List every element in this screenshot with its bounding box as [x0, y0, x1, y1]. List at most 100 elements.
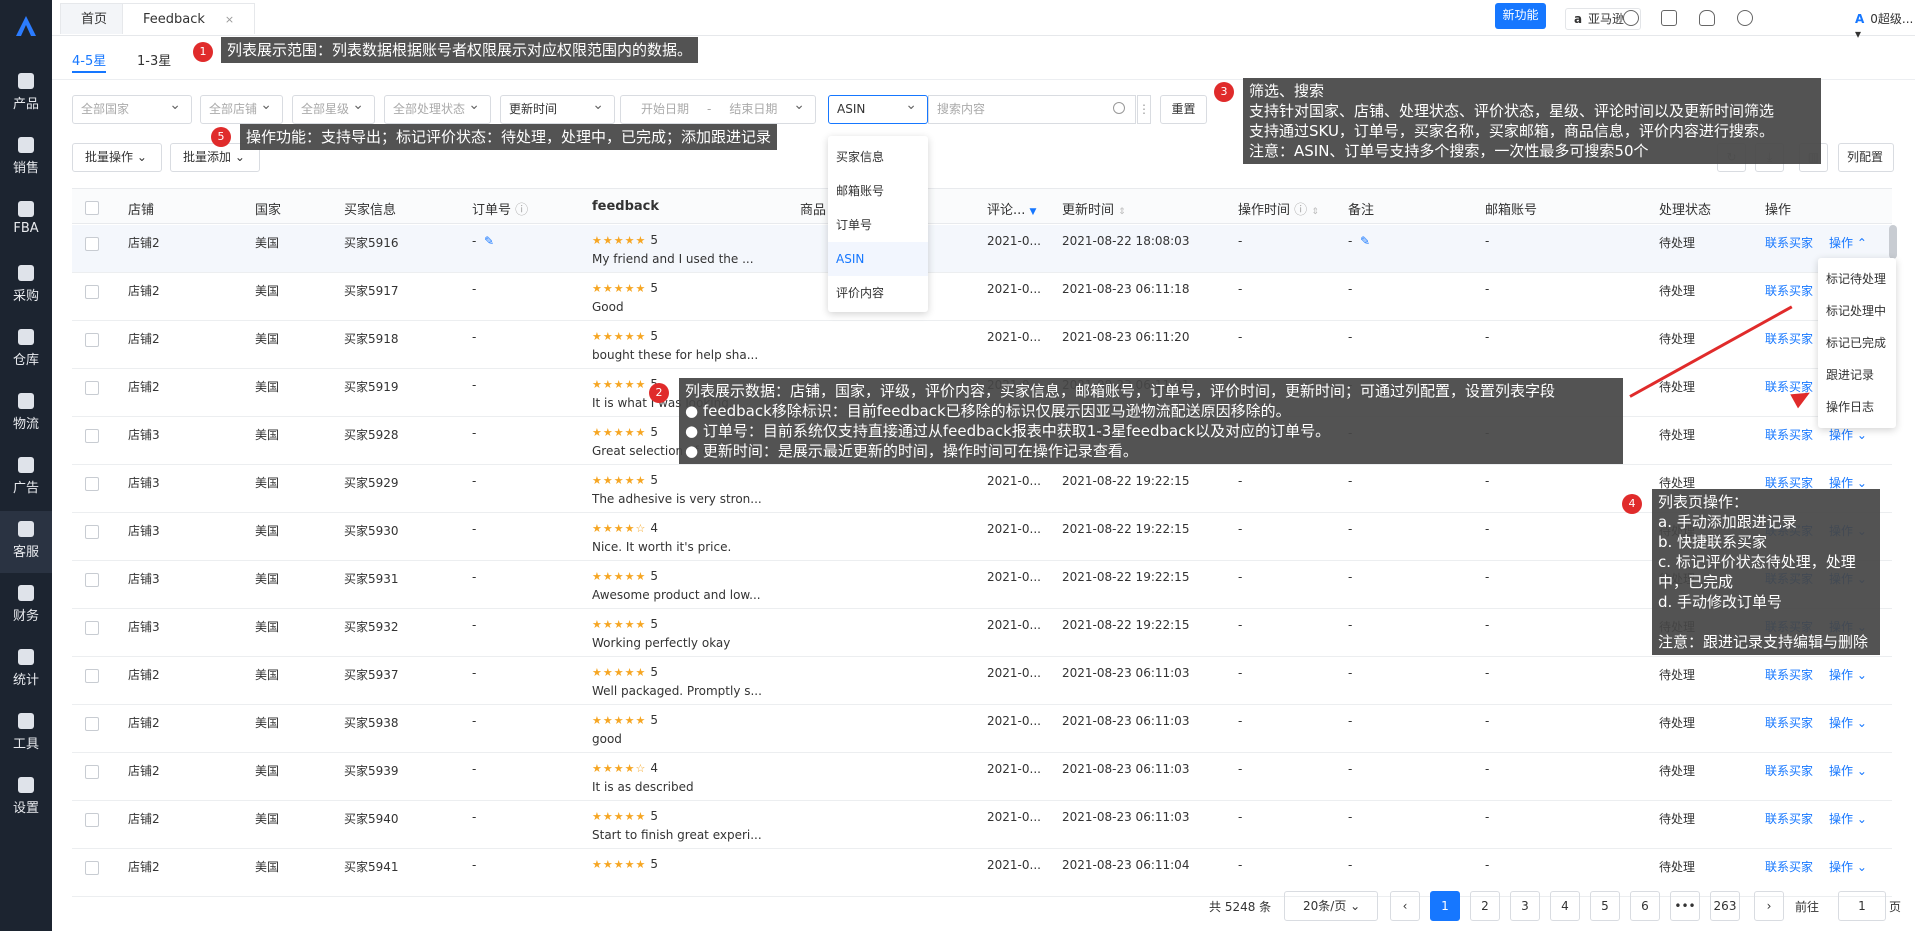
user-menu[interactable]: A 0超级... ▾	[1855, 10, 1915, 41]
close-icon[interactable]: ×	[225, 13, 234, 26]
next-page-icon[interactable]: ›	[1754, 891, 1784, 921]
contact-buyer-link[interactable]: 联系买家	[1765, 714, 1813, 731]
table-scrollbar[interactable]	[1889, 225, 1897, 259]
sidebar-item-0[interactable]: 产品	[0, 63, 52, 125]
action-dropdown[interactable]: 操作 ⌃	[1829, 234, 1867, 251]
page-button[interactable]: 263	[1710, 891, 1740, 921]
search-field-select[interactable]: ASIN	[828, 92, 928, 124]
contact-buyer-link[interactable]: 联系买家	[1765, 234, 1813, 251]
sidebar-item-4[interactable]: 仓库	[0, 319, 52, 381]
action-dropdown[interactable]: 操作 ⌄	[1829, 714, 1867, 731]
edit-icon[interactable]: ✎	[484, 234, 494, 248]
row-checkbox[interactable]	[85, 477, 99, 491]
table-row[interactable]: 店铺2 美国 买家5917 - 2021-0... 2021-08-23 06:11:18…	[72, 273, 1892, 321]
action-menu-item[interactable]: 标记已完成	[1826, 334, 1886, 351]
sort-icon[interactable]: ⇕	[1311, 207, 1319, 217]
alarm-icon[interactable]	[1661, 10, 1677, 26]
page-size-select[interactable]: 20条/页 ⌄	[1284, 891, 1378, 921]
table-row[interactable]: 店铺2 美国 买家5941 - 2021-0... 2021-08-23 06:11:04…	[72, 849, 1892, 897]
sort-icon[interactable]: ▼	[1030, 207, 1037, 217]
search-input[interactable]: 搜索内容	[928, 95, 1136, 124]
sidebar-item-6[interactable]: 广告	[0, 447, 52, 509]
edit-icon[interactable]: ✎	[1360, 234, 1370, 248]
search-icon[interactable]	[1113, 102, 1125, 114]
table-row[interactable]: 店铺3 美国 买家5931 - 2021-0... 2021-08-22 19:22:15…	[72, 561, 1892, 609]
prev-page-icon[interactable]: ‹	[1390, 891, 1420, 921]
table-row[interactable]: 店铺2 美国 买家5918 - 2021-0... 2021-08-23 06:11:20…	[72, 321, 1892, 369]
reset-button[interactable]: 重置	[1160, 95, 1207, 124]
row-checkbox[interactable]	[85, 381, 99, 395]
page-button[interactable]: 5	[1590, 891, 1620, 921]
row-checkbox[interactable]	[85, 333, 99, 347]
action-menu-item[interactable]: 标记处理中	[1826, 302, 1886, 319]
headset-icon[interactable]	[1737, 10, 1753, 26]
contact-buyer-link[interactable]: 联系买家	[1765, 426, 1813, 443]
row-checkbox[interactable]	[85, 285, 99, 299]
action-dropdown[interactable]: 操作 ⌄	[1829, 762, 1867, 779]
table-row[interactable]: 店铺3 美国 买家5929 - 2021-0... 2021-08-22 19:22:15…	[72, 465, 1892, 513]
contact-buyer-link[interactable]: 联系买家	[1765, 666, 1813, 683]
tab-feedback[interactable]: Feedback ×	[122, 3, 256, 34]
action-menu-item[interactable]: 操作日志	[1826, 398, 1874, 415]
row-checkbox[interactable]	[85, 573, 99, 587]
th-update-time[interactable]: 更新时间 ⇕	[1062, 199, 1126, 218]
status-filter[interactable]: 全部处理状态	[384, 92, 491, 124]
select-all-checkbox[interactable]	[85, 201, 99, 215]
column-config-button[interactable]: 列配置	[1838, 143, 1894, 172]
sidebar-item-11[interactable]: 设置	[0, 767, 52, 829]
table-row[interactable]: 店铺2 美国 买家5940 - 2021-0... 2021-08-23 06:11:03…	[72, 801, 1892, 849]
sidebar-item-5[interactable]: 物流	[0, 383, 52, 445]
bell-icon[interactable]	[1699, 10, 1715, 26]
row-checkbox[interactable]	[85, 813, 99, 827]
action-menu-item[interactable]: 标记待处理	[1826, 270, 1886, 287]
table-row[interactable]: 店铺2 美国 买家5937 - 2021-0... 2021-08-23 06:11:03…	[72, 657, 1892, 705]
row-checkbox[interactable]	[85, 429, 99, 443]
page-button[interactable]: 2	[1470, 891, 1500, 921]
time-field-select[interactable]: 更新时间	[500, 92, 615, 124]
page-button[interactable]: 6	[1630, 891, 1660, 921]
row-checkbox[interactable]	[85, 669, 99, 683]
search-field-option[interactable]: 订单号	[828, 208, 928, 242]
contact-buyer-link[interactable]: 联系买家	[1765, 810, 1813, 827]
tab-4-5-star[interactable]: 4-5星	[72, 50, 106, 69]
action-dropdown[interactable]: 操作 ⌄	[1829, 858, 1867, 875]
th-review-time[interactable]: 评论... ▼	[987, 199, 1036, 218]
action-menu-item[interactable]: 跟进记录	[1826, 366, 1874, 383]
sidebar-item-9[interactable]: 统计	[0, 639, 52, 701]
start-date[interactable]: 开始日期	[641, 102, 689, 116]
download-icon[interactable]	[1623, 10, 1639, 26]
sidebar-item-10[interactable]: 工具	[0, 703, 52, 765]
contact-buyer-link[interactable]: 联系买家	[1765, 762, 1813, 779]
row-checkbox[interactable]	[85, 717, 99, 731]
new-feature-button[interactable]: 新功能	[1495, 3, 1546, 29]
country-filter[interactable]: 全部国家	[72, 92, 192, 124]
row-checkbox[interactable]	[85, 621, 99, 635]
page-button[interactable]: 3	[1510, 891, 1540, 921]
contact-buyer-link[interactable]: 联系买家	[1765, 858, 1813, 875]
sort-icon[interactable]: ⇕	[1118, 207, 1126, 217]
search-field-option[interactable]: ASIN	[828, 242, 928, 276]
help-icon[interactable]: ⓘ	[1294, 203, 1307, 218]
table-row[interactable]: 店铺3 美国 买家5932 - 2021-0... 2021-08-22 19:22:15…	[72, 609, 1892, 657]
row-checkbox[interactable]	[85, 765, 99, 779]
store-filter[interactable]: 全部店铺	[200, 92, 283, 124]
goto-input[interactable]: 1	[1838, 891, 1886, 921]
contact-buyer-link[interactable]: 联系买家	[1765, 282, 1813, 299]
search-field-option[interactable]: 买家信息	[828, 140, 928, 174]
table-row[interactable]: 店铺3 美国 买家5930 - 2021-0... 2021-08-22 19:22:15…	[72, 513, 1892, 561]
sidebar-item-3[interactable]: 采购	[0, 255, 52, 317]
sidebar-item-7[interactable]: 客服	[0, 511, 52, 573]
page-button[interactable]: 4	[1550, 891, 1580, 921]
row-checkbox[interactable]	[85, 525, 99, 539]
action-dropdown[interactable]: 操作 ⌄	[1829, 810, 1867, 827]
action-dropdown[interactable]: 操作 ⌄	[1829, 426, 1867, 443]
table-row[interactable]: 店铺2 美国 买家5916 - 2021-0... 2021-08-22 18:08:03…	[72, 225, 1892, 273]
more-icon[interactable]: ⋮	[1137, 95, 1151, 124]
star-filter[interactable]: 全部星级	[292, 92, 375, 124]
tab-1-3-star[interactable]: 1-3星	[137, 50, 171, 69]
sidebar-item-8[interactable]: 财务	[0, 575, 52, 637]
search-field-option[interactable]: 评价内容	[828, 276, 928, 310]
row-checkbox[interactable]	[85, 861, 99, 875]
help-icon[interactable]: ⓘ	[515, 203, 528, 218]
sidebar-item-2[interactable]: FBA	[0, 191, 52, 253]
